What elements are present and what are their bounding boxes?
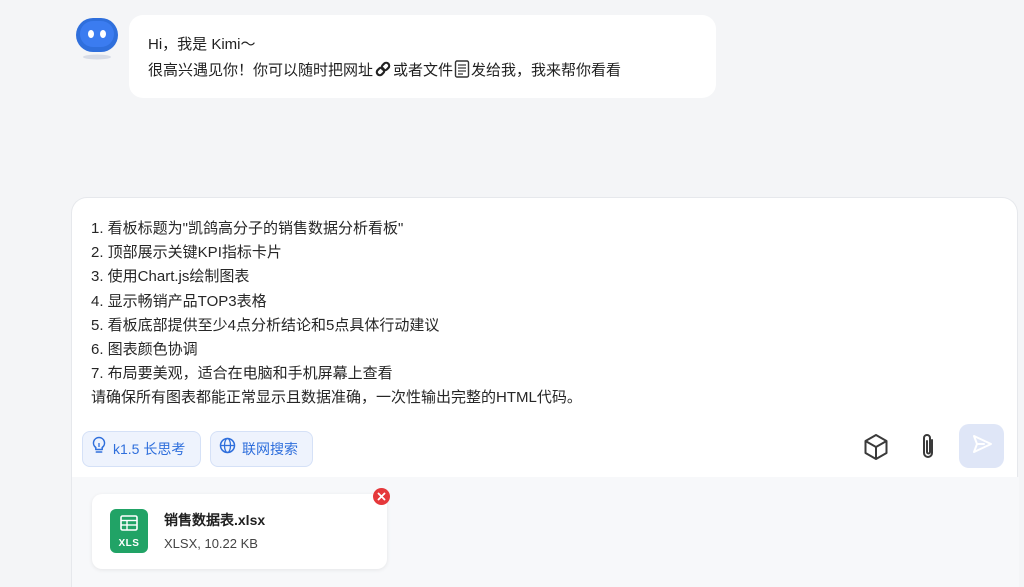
- attach-file-button[interactable]: [908, 429, 948, 469]
- link-icon: [374, 60, 392, 87]
- prompt-line: 3. 使用Chart.js绘制图表: [91, 268, 250, 286]
- greeting-title: Hi，我是 Kimi～: [148, 36, 256, 53]
- cube-icon: [863, 433, 889, 466]
- paperclip-icon: [918, 432, 938, 467]
- web-search-label: 联网搜索: [242, 441, 298, 457]
- long-think-label: k1.5 长思考: [113, 441, 186, 457]
- globe-icon: [219, 432, 236, 466]
- assistant-greeting-bubble: Hi，我是 Kimi～ 很高兴遇见你！你可以随时把网址 或者文件 发给我，我来帮你看…: [129, 15, 716, 98]
- greeting-text-part2: 或者文件: [393, 62, 454, 79]
- prompt-line: 2. 顶部展示关键KPI指标卡片: [91, 244, 282, 262]
- cube-button[interactable]: [856, 429, 896, 469]
- attached-file-card[interactable]: XLS 销售数据表.xlsx XLSX, 10.22 KB: [92, 488, 390, 569]
- prompt-line: 请确保所有图表都能正常显示且数据准确，一次性输出完整的HTML代码。: [91, 389, 582, 407]
- attachment-area: XLS 销售数据表.xlsx XLSX, 10.22 KB: [72, 477, 1019, 587]
- prompt-line: 4. 显示畅销产品TOP3表格: [91, 292, 267, 310]
- close-icon: [377, 488, 386, 506]
- prompt-line: 5. 看板底部提供至少4点分析结论和5点具体行动建议: [91, 316, 440, 334]
- greeting-text-part3: 发给我，我来帮你看看: [471, 62, 622, 79]
- send-button[interactable]: [959, 424, 1004, 468]
- file-name: 销售数据表.xlsx: [164, 512, 266, 528]
- send-icon: [971, 433, 993, 460]
- long-think-toggle[interactable]: k1.5 长思考: [82, 431, 201, 467]
- document-icon: [454, 60, 470, 87]
- kimi-avatar-icon: [74, 15, 120, 61]
- greeting-message: 很高兴遇见你！你可以随时把网址 或者文件 发给我，我来帮你看看: [148, 58, 697, 87]
- prompt-line: 6. 图表颜色协调: [91, 341, 198, 359]
- prompt-line: 1. 看板标题为"凯鸽高分子的销售数据分析看板": [91, 220, 404, 237]
- lightbulb-icon: [91, 432, 107, 466]
- web-search-toggle[interactable]: 联网搜索: [210, 431, 313, 467]
- file-type-label: XLS: [118, 538, 140, 549]
- prompt-line: 7. 布局要美观，适合在电脑和手机屏幕上查看: [91, 365, 393, 383]
- prompt-input[interactable]: 1. 看板标题为"凯鸽高分子的销售数据分析看板" 2. 顶部展示关键KPI指标卡…: [91, 217, 991, 411]
- message-composer: 1. 看板标题为"凯鸽高分子的销售数据分析看板" 2. 顶部展示关键KPI指标卡…: [71, 197, 1019, 587]
- excel-file-icon: XLS: [110, 509, 148, 553]
- remove-file-button[interactable]: [373, 488, 390, 505]
- file-meta: XLSX, 10.22 KB: [164, 536, 258, 551]
- greeting-text-part1: 很高兴遇见你！你可以随时把网址: [148, 62, 374, 79]
